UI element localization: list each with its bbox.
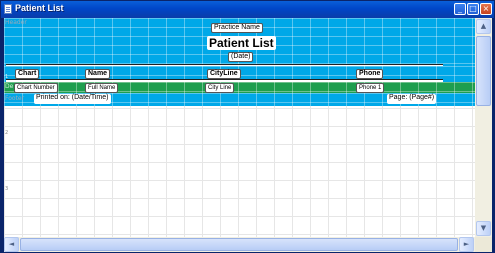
report-title-field[interactable]: Patient List (207, 36, 276, 50)
ruler-mark: 2 (5, 130, 9, 136)
ruler-mark: 3 (5, 186, 9, 192)
close-button[interactable]: × (480, 3, 492, 15)
horizontal-scroll-thumb[interactable] (20, 238, 458, 251)
horizontal-scrollbar[interactable]: ◄ ► (4, 237, 475, 252)
column-header-name[interactable]: Name (85, 69, 111, 79)
window-title: Patient List (15, 3, 64, 13)
minimize-button[interactable]: _ (454, 3, 466, 15)
scroll-down-button[interactable]: ▼ (476, 221, 491, 236)
maximize-button[interactable]: □ (467, 3, 479, 15)
report-canvas[interactable]: Header Practice Name Patient List (Date)… (4, 18, 475, 237)
vertical-scroll-thumb[interactable] (476, 36, 491, 106)
practice-name-field[interactable]: Practice Name (211, 23, 263, 33)
column-header-band[interactable]: Chart Name CityLine Phone (4, 66, 475, 83)
header-band-label: Header (5, 19, 27, 26)
scroll-left-button[interactable]: ◄ (4, 237, 19, 252)
date-field[interactable]: (Date) (228, 52, 254, 62)
report-designer-window: Patient List _ □ × Header Practice Name … (0, 0, 495, 253)
detail-band-label: De (5, 83, 14, 90)
detail-band[interactable]: De Chart Number Full Name City Line Phon… (4, 82, 475, 93)
vertical-scrollbar[interactable]: ▲ ▼ (475, 18, 492, 237)
scroll-right-button[interactable]: ► (459, 237, 474, 252)
phone-field[interactable]: Phone 1 (356, 83, 385, 93)
title-bar[interactable]: Patient List _ □ × (1, 1, 494, 18)
city-line-field[interactable]: City Line (205, 83, 235, 93)
column-header-city-line[interactable]: CityLine (207, 69, 241, 79)
header-band[interactable]: Header Practice Name Patient List (Date) (4, 18, 475, 68)
printed-on-field[interactable]: Printed on: (Date/Time) (34, 94, 111, 104)
footer-band-label: Footer (5, 95, 25, 102)
ruler-mark: 1 (5, 74, 9, 80)
document-icon (4, 4, 12, 14)
full-name-field[interactable]: Full Name (85, 83, 119, 93)
footer-band[interactable]: Footer Printed on: (Date/Time) Page: (Pa… (4, 93, 475, 106)
scroll-up-button[interactable]: ▲ (476, 19, 491, 34)
resize-grip[interactable] (475, 237, 492, 252)
chart-number-field[interactable]: Chart Number (14, 83, 58, 93)
page-number-field[interactable]: Page: (Page#) (387, 94, 437, 104)
column-header-chart[interactable]: Chart (15, 69, 40, 79)
column-header-phone[interactable]: Phone (356, 69, 384, 79)
